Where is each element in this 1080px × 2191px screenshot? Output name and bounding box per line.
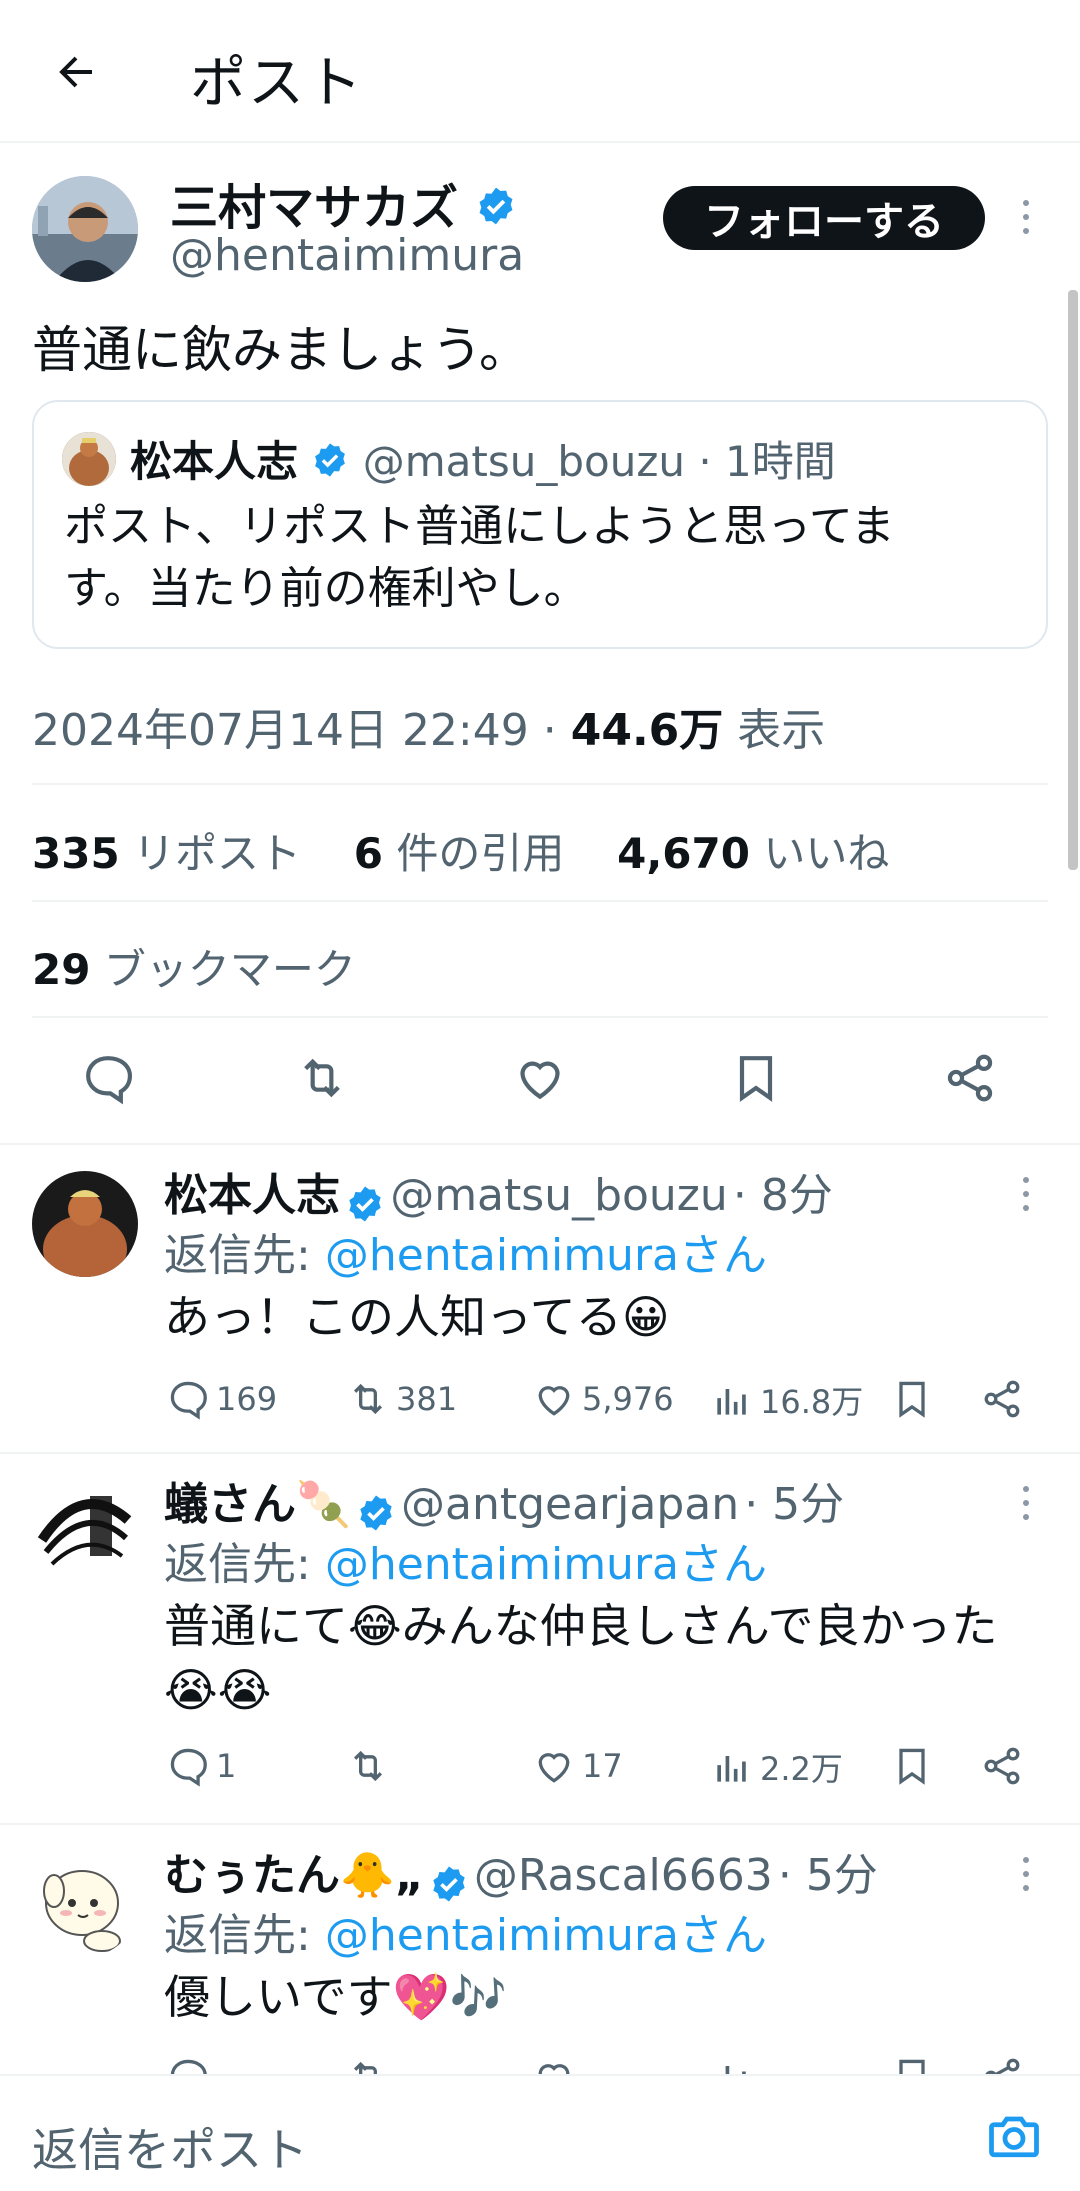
reply-text: 優しいです💖🎶: [164, 1970, 508, 2024]
camera-icon[interactable]: [984, 2106, 1044, 2170]
reply-author-handle[interactable]: @antgearjapan: [401, 1479, 739, 1530]
quote-text-line: ポスト、リポスト普通にしようと思ってま: [64, 501, 895, 552]
repost-icon[interactable]: [346, 2055, 390, 2074]
likes-stat[interactable]: 4,670 いいね: [617, 829, 889, 878]
views-count: 44.6万: [570, 705, 724, 756]
like-action[interactable]: 5,976: [532, 1377, 674, 1421]
author-handle[interactable]: @hentaimimura: [170, 230, 524, 281]
top-app-bar: ポスト: [0, 0, 1080, 143]
reposts-stat[interactable]: 335 リポスト: [32, 829, 301, 878]
reply-author-name[interactable]: むぅたん🐥„: [164, 1850, 424, 1901]
reply-author-handle[interactable]: @matsu_bouzu: [390, 1170, 728, 1221]
like-icon: [538, 1753, 570, 1783]
share-icon[interactable]: [980, 1377, 1024, 1421]
follow-button[interactable]: フォローする: [663, 186, 985, 250]
reply-time: · 5分: [777, 1850, 878, 1901]
bookmarks-stat[interactable]: 29 ブックマーク: [32, 936, 356, 997]
reply-post[interactable]: 蟻さん🍡 @antgearjapan · 5分 返信先: @hentaimimu…: [0, 1454, 1080, 1824]
reply-compose-input[interactable]: 返信をポスト: [32, 2114, 308, 2180]
page-title: ポスト: [190, 51, 364, 116]
analytics-icon[interactable]: [710, 2055, 754, 2074]
bookmark-icon[interactable]: [890, 2055, 934, 2074]
reply-to-label: 返信先:: [164, 1539, 311, 1590]
like-icon[interactable]: [532, 2055, 576, 2074]
views-label: 表示: [737, 705, 826, 756]
author-avatar[interactable]: [32, 176, 138, 282]
reply-icon: [170, 1748, 207, 1787]
reply-time: · 5分: [744, 1479, 845, 1530]
analytics-icon: [717, 1389, 746, 1415]
reply-action[interactable]: 1: [166, 1744, 236, 1788]
more-options-icon[interactable]: [1016, 1486, 1036, 1520]
scrollbar[interactable]: [1068, 290, 1078, 870]
reply-icon[interactable]: [80, 1050, 136, 1106]
more-options-icon[interactable]: [1016, 1857, 1036, 1891]
divider: [32, 900, 1048, 902]
share-icon[interactable]: [980, 1744, 1024, 1788]
author-name[interactable]: 三村マサカズ: [170, 180, 458, 236]
reply-author-avatar[interactable]: [32, 1851, 138, 1957]
quotes-stat[interactable]: 6 件の引用: [354, 829, 565, 878]
like-icon[interactable]: [512, 1050, 568, 1106]
engagement-stats: 335 リポスト 6 件の引用 4,670 いいね: [32, 820, 889, 881]
reply-icon[interactable]: [166, 2055, 210, 2074]
divider: [32, 783, 1048, 785]
back-arrow-icon[interactable]: [44, 40, 108, 104]
quote-author-name: 松本人志: [130, 437, 299, 486]
reply-action[interactable]: 169: [166, 1377, 277, 1421]
repost-action[interactable]: 381: [346, 1377, 457, 1421]
reply-time: · 8分: [732, 1170, 833, 1221]
repost-icon[interactable]: [294, 1050, 350, 1106]
quote-author-handle: @matsu_bouzu: [362, 437, 685, 486]
more-options-icon[interactable]: [1016, 200, 1036, 234]
post-text: 普通に飲みましょう。: [32, 321, 529, 379]
views-action[interactable]: 2.2万: [710, 1744, 843, 1790]
reply-to-label: 返信先:: [164, 1230, 311, 1281]
reply-to-link[interactable]: @hentaimimuraさん: [325, 1539, 767, 1590]
more-options-icon[interactable]: [1016, 1177, 1036, 1211]
reply-post[interactable]: むぅたん🐥„ @Rascal6663 · 5分 返信先: @hentaimimu…: [0, 1825, 1080, 2074]
reply-author-avatar[interactable]: [32, 1480, 138, 1586]
reply-author-avatar[interactable]: [32, 1171, 138, 1277]
divider: [32, 1016, 1048, 1018]
verified-badge-icon: [311, 440, 349, 489]
reply-author-name[interactable]: 松本人志: [164, 1170, 340, 1221]
quote-text-line: す。当たり前の権利やし。: [64, 563, 588, 614]
reply-compose-bar: 返信をポスト: [0, 2074, 1080, 2191]
bookmark-icon[interactable]: [728, 1050, 784, 1106]
bookmark-icon[interactable]: [890, 1377, 934, 1421]
reply-post[interactable]: 松本人志 @matsu_bouzu · 8分 返信先: @hentaimimur…: [0, 1145, 1080, 1451]
share-icon[interactable]: [980, 2055, 1024, 2074]
reply-text: 普通にて😂みんな仲良しさんで良かった 😭😭: [164, 1599, 998, 1717]
like-icon: [538, 1386, 570, 1416]
reply-to-label: 返信先:: [164, 1910, 311, 1961]
reply-author-handle[interactable]: @Rascal6663: [474, 1850, 773, 1901]
reply-to-link[interactable]: @hentaimimuraさん: [325, 1230, 767, 1281]
reply-author-name[interactable]: 蟻さん🍡: [164, 1479, 351, 1530]
reply-to-link[interactable]: @hentaimimuraさん: [325, 1910, 767, 1961]
share-icon[interactable]: [942, 1050, 998, 1106]
analytics-icon: [717, 1756, 746, 1782]
repost-action[interactable]: [346, 1744, 396, 1788]
reply-text: あっ！この人知ってる😀: [164, 1290, 670, 1344]
repost-icon: [353, 1750, 383, 1782]
quote-author-avatar: [62, 432, 116, 486]
views-action[interactable]: 16.8万: [710, 1377, 863, 1423]
bookmark-icon[interactable]: [890, 1744, 934, 1788]
quote-time: · 1時間: [698, 437, 836, 486]
post-timestamp: 2024年07月14日 22:49 ·: [32, 705, 557, 756]
post-action-bar: [0, 1050, 1080, 1116]
repost-icon: [353, 1383, 383, 1415]
like-action[interactable]: 17: [532, 1744, 623, 1788]
quoted-post[interactable]: 松本人志 @matsu_bouzu · 1時間 ポスト、リポスト普通にしようと思…: [32, 400, 1048, 649]
reply-icon: [170, 1381, 207, 1420]
